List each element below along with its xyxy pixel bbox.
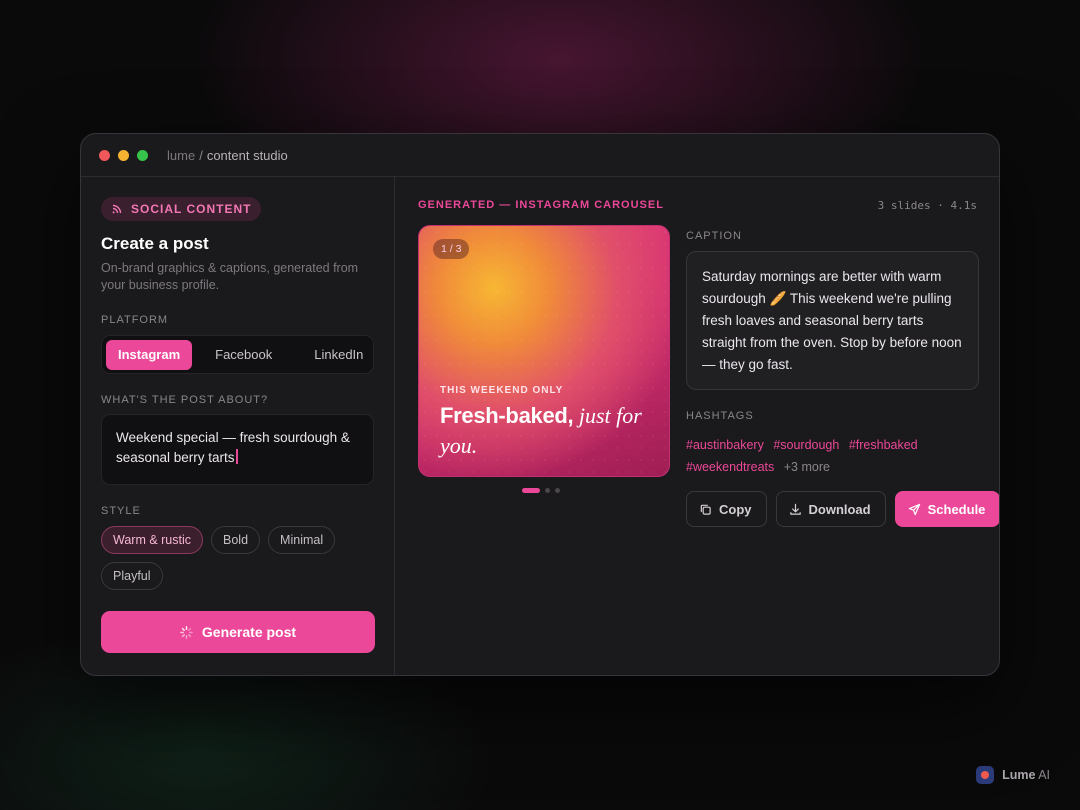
generated-label: GENERATED — INSTAGRAM CAROUSEL <box>418 199 664 211</box>
close-window-button[interactable] <box>99 149 110 161</box>
slide-kicker: THIS WEEKEND ONLY <box>440 385 564 396</box>
text-caret <box>235 449 238 464</box>
create-post-panel: SOCIAL CONTENT Create a post On-brand gr… <box>81 177 395 675</box>
hashtag[interactable]: #freshbaked <box>849 438 918 452</box>
download-button[interactable]: Download <box>775 491 886 527</box>
style-chip-bold[interactable]: Bold <box>211 526 261 554</box>
generate-post-label: Generate post <box>201 624 297 640</box>
post-topic-input[interactable]: Weekend special — fresh sourdough & seas… <box>101 414 374 485</box>
breadcrumb-app[interactable]: lume <box>167 148 195 163</box>
send-icon <box>908 503 920 515</box>
download-label: Download <box>808 501 871 517</box>
pager-dot[interactable] <box>545 488 550 493</box>
breadcrumb-page: content studio <box>206 147 288 163</box>
lume-logo-icon <box>976 766 995 784</box>
platform-option-facebook[interactable]: Facebook <box>203 340 284 370</box>
copy-label: Copy <box>719 501 752 517</box>
platform-selector: Instagram Facebook LinkedIn <box>101 335 374 374</box>
style-label: STYLE <box>101 505 141 517</box>
breadcrumb-separator: / <box>199 147 203 163</box>
hashtag-list: #austinbakery #sourdough #freshbaked #we… <box>686 434 979 478</box>
brand-name-rest: AI <box>1035 768 1050 782</box>
generation-meta: 3 slides · 4.1s <box>877 199 977 212</box>
schedule-label: Schedule <box>927 501 986 517</box>
hashtag[interactable]: #austinbakery <box>686 438 764 452</box>
breadcrumb: lume / content studio <box>167 148 288 163</box>
brand-name-bold: Lume <box>1002 768 1036 782</box>
post-topic-value: Weekend special — fresh sourdough & seas… <box>116 430 350 465</box>
style-chip-warm-rustic[interactable]: Warm & rustic <box>101 526 204 554</box>
schedule-button[interactable]: Schedule <box>894 491 999 527</box>
pager-dot[interactable] <box>555 488 560 493</box>
brand-name: Lume AI <box>1002 768 1050 782</box>
platform-option-instagram[interactable]: Instagram <box>106 339 193 370</box>
hashtag[interactable]: #sourdough <box>773 438 839 452</box>
hashtags-label: HASHTAGS <box>686 410 754 422</box>
prompt-label: WHAT'S THE POST ABOUT? <box>101 394 269 406</box>
panel-title: Create a post <box>101 234 209 253</box>
panel-subtitle: On-brand graphics & captions, generated … <box>101 261 359 292</box>
hashtag[interactable]: #weekendtreats <box>686 460 774 474</box>
maximize-window-button[interactable] <box>137 149 148 161</box>
pager-dot[interactable] <box>522 488 540 493</box>
caption-column: CAPTION Saturday mornings are better wit… <box>686 225 999 527</box>
slide-counter: 1 / 3 <box>433 239 470 259</box>
title-bar: lume / content studio <box>81 134 999 177</box>
result-actions: Copy Download Schedule <box>686 491 999 527</box>
generate-post-button[interactable]: Generate post <box>101 611 375 653</box>
rss-icon <box>112 204 122 214</box>
caption-label: CAPTION <box>686 230 742 242</box>
platform-label: PLATFORM <box>101 314 169 326</box>
caption-text[interactable]: Saturday mornings are better with warm s… <box>686 251 979 390</box>
slide-headline-sans: Fresh-baked, <box>440 403 574 428</box>
copy-button[interactable]: Copy <box>686 491 767 527</box>
carousel-slide-preview[interactable]: 1 / 3 THIS WEEKEND ONLY Fresh-baked, jus… <box>418 225 670 477</box>
badge-label: SOCIAL CONTENT <box>131 202 252 216</box>
brand-watermark: Lume AI <box>976 766 1050 784</box>
style-chip-playful[interactable]: Playful <box>101 562 163 590</box>
slide-headline: Fresh-baked, just for you. <box>440 402 665 462</box>
style-chips: Warm & rustic Bold Minimal Playful <box>101 526 371 590</box>
download-icon <box>789 503 801 515</box>
minimize-window-button[interactable] <box>118 149 129 161</box>
social-content-badge: SOCIAL CONTENT <box>101 197 262 221</box>
generated-result-panel: GENERATED — INSTAGRAM CAROUSEL 3 slides … <box>396 177 999 675</box>
hashtags-more[interactable]: +3 more <box>784 460 830 474</box>
carousel-pager <box>522 488 560 493</box>
platform-option-linkedin[interactable]: LinkedIn <box>302 340 375 370</box>
copy-icon <box>700 504 711 515</box>
app-window: lume / content studio SOCIAL CONTENT Creat… <box>80 133 1000 676</box>
loading-spinner-icon <box>180 625 193 639</box>
style-chip-minimal[interactable]: Minimal <box>268 526 336 554</box>
